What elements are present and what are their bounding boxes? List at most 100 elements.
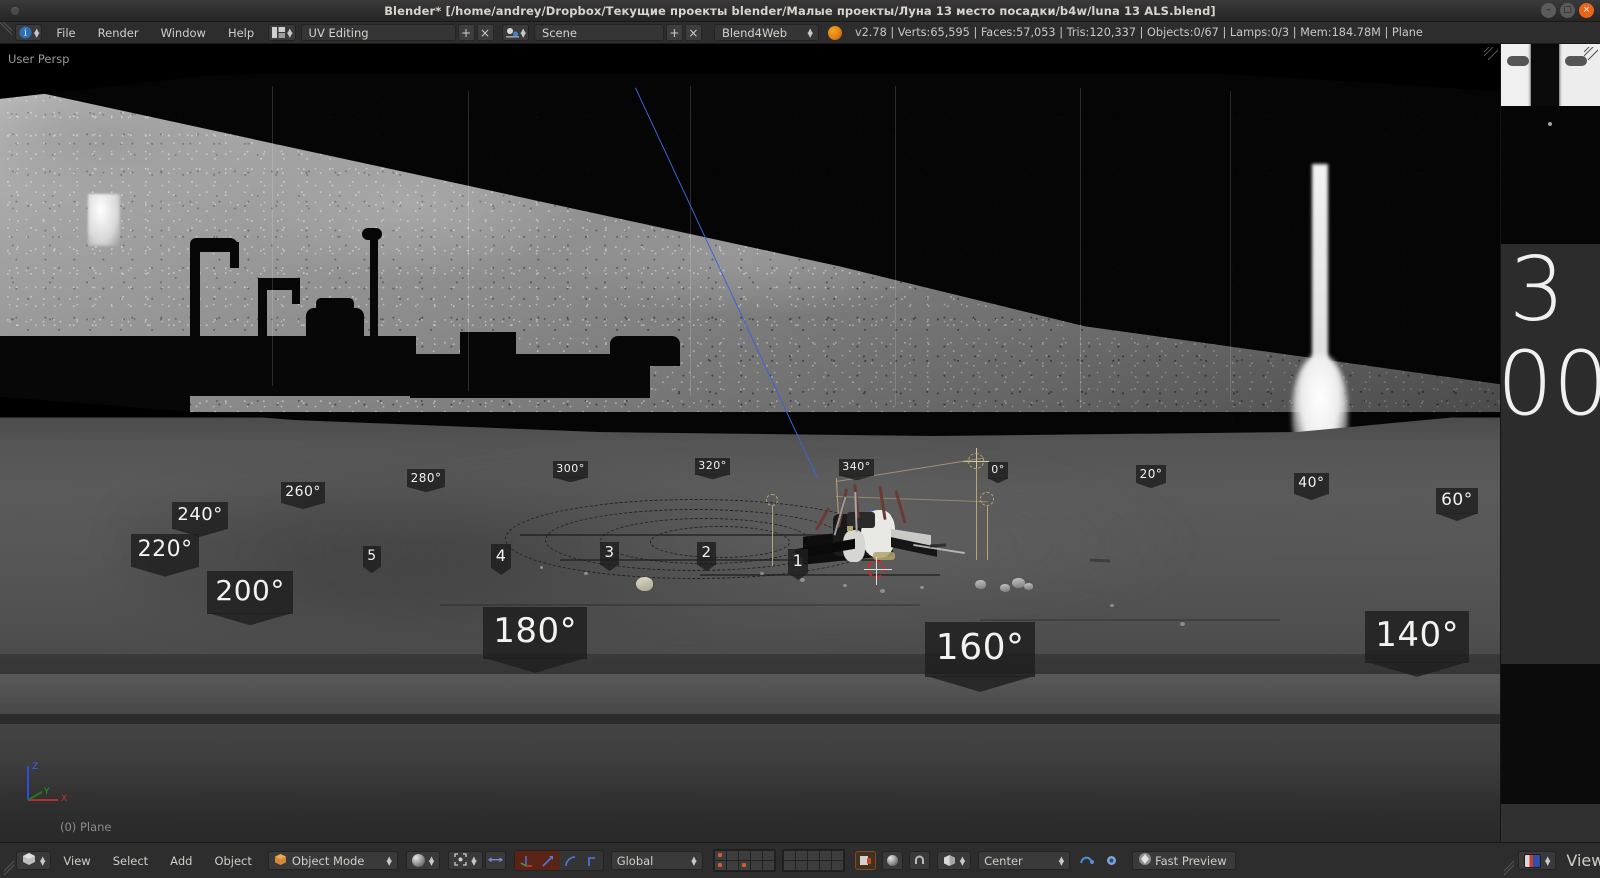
menu-render[interactable]: Render <box>87 22 150 44</box>
editor-type-selector-3dview[interactable]: ▲ ▼ <box>16 851 52 870</box>
angle-marker-pin: 40° <box>1294 473 1329 495</box>
menu-window[interactable]: Window <box>150 22 217 44</box>
pivot-point-dropdown[interactable]: Center ▲ ▼ <box>978 851 1071 870</box>
menu-help[interactable]: Help <box>217 22 265 44</box>
panorama-seam <box>1230 91 1231 401</box>
scene-dropdown[interactable]: Scene <box>533 24 664 41</box>
pivot-bounding-box-icon <box>454 852 467 869</box>
panorama-silhouette <box>306 308 364 348</box>
svg-text:Y: Y <box>43 787 50 797</box>
uv-speck <box>1548 122 1552 126</box>
angle-marker-pin: 300° <box>553 461 589 478</box>
apollo-panorama-backdrop <box>0 44 1500 436</box>
snap-magnet-icon-button[interactable] <box>908 851 930 870</box>
viewport-active-object: (0) Plane <box>60 820 112 834</box>
3d-cursor[interactable] <box>864 557 892 585</box>
panorama-silhouette <box>230 242 239 268</box>
render-engine-value: Blend4Web <box>721 25 788 40</box>
chevron-updown-icon: ▲ ▼ <box>34 26 40 39</box>
pebble <box>1110 604 1114 607</box>
add-screen-layout-button[interactable]: + <box>457 24 475 41</box>
footer-menu-view[interactable]: View <box>53 843 100 878</box>
footer-menu-add[interactable]: Add <box>160 843 202 878</box>
angle-marker-pin: 180° <box>483 607 588 659</box>
object-mode-icon <box>274 853 287 869</box>
scene-layers-block-1[interactable] <box>712 849 776 872</box>
translate-manipulator-icon[interactable] <box>514 851 537 870</box>
lander-antenna <box>894 490 907 524</box>
panorama-silhouette <box>362 228 382 240</box>
chevron-updown-icon: ▲ ▼ <box>386 854 392 867</box>
menu-file[interactable]: File <box>45 22 86 44</box>
scene-layers-block-2[interactable] <box>781 849 845 872</box>
scene-icon-button[interactable]: ▲ ▼ <box>501 24 529 41</box>
editor-type-selector-info[interactable]: i ▲ ▼ <box>15 24 43 41</box>
footer-corner-widget[interactable] <box>1 843 17 878</box>
uv-menu-view[interactable]: View <box>1560 843 1600 878</box>
b4w-icon <box>1138 852 1152 869</box>
uv-canvas[interactable]: 3 00 <box>1501 44 1600 804</box>
proportional-falloff-icon-button[interactable] <box>1101 851 1122 870</box>
uv-footer-corner[interactable] <box>1501 843 1517 878</box>
angle-marker-pin: 320° <box>695 458 731 475</box>
pebble <box>920 586 924 589</box>
interaction-mode-dropdown[interactable]: Object Mode ▲ ▼ <box>267 851 398 870</box>
delete-scene-button[interactable]: × <box>684 24 702 41</box>
pebble <box>800 578 805 582</box>
add-scene-button[interactable]: + <box>665 24 683 41</box>
lock-camera-to-view-button[interactable] <box>854 851 876 870</box>
footer-menu-object[interactable]: Object <box>204 843 261 878</box>
viewport-corner-widget[interactable] <box>1483 44 1500 61</box>
terrain-contour <box>650 526 790 558</box>
b4w-fast-preview-button[interactable]: Fast Preview <box>1132 851 1236 870</box>
scale-manipulator-icon[interactable] <box>559 851 581 870</box>
uv-image-editor[interactable]: 3 00 <box>1500 44 1600 842</box>
os-title-bar: Blender* [/home/andrey/Dropbox/Текущие п… <box>0 0 1600 22</box>
panorama-rock <box>0 428 32 436</box>
moon-rock <box>975 580 986 589</box>
footer-menu-select[interactable]: Select <box>103 843 158 878</box>
window-menu-dot[interactable] <box>11 7 19 15</box>
maximize-icon[interactable]: □ <box>1560 3 1575 18</box>
panorama-astronaut <box>88 194 120 246</box>
pivot-center-toggle[interactable]: ▲ ▼ <box>448 851 483 870</box>
viewport-shading-dropdown[interactable]: ▲ ▼ <box>405 851 441 870</box>
angle-marker-pin: 0° <box>988 462 1009 479</box>
uv-editor-footer: ▲ ▼ View <box>1500 842 1600 878</box>
station-marker-pin: 5 <box>363 546 381 568</box>
proportional-edit-icon-button[interactable] <box>1076 851 1097 870</box>
manipulator-toggle-button[interactable] <box>484 851 506 870</box>
station-marker-pin: 1 <box>788 549 809 574</box>
chevron-updown-icon: ▲ ▼ <box>691 854 697 867</box>
minimize-icon[interactable]: – <box>1541 3 1556 18</box>
screen-layout-icon-button[interactable]: ▲ ▼ <box>268 24 296 41</box>
manipulator-extra-icon[interactable] <box>581 851 603 870</box>
pebble <box>540 566 543 569</box>
render-border-button[interactable] <box>881 851 903 870</box>
close-icon[interactable]: × <box>1579 3 1594 18</box>
viewport-view-label: User Persp <box>8 52 70 66</box>
uv-corner-widget[interactable] <box>1583 44 1600 61</box>
lander-gold-detail <box>847 526 853 531</box>
header-corner-widget[interactable] <box>0 22 12 44</box>
axis-gizmo: Z X Y <box>16 756 74 808</box>
rotate-manipulator-icon[interactable] <box>536 851 559 870</box>
uv-marker-pill <box>1507 56 1529 66</box>
3d-viewport[interactable]: 220° 240° 260° 280° 300° 320° 340° 0° 20° 40° 60° 2… <box>0 44 1500 842</box>
shading-sphere-icon <box>411 854 425 867</box>
empty-circle[interactable] <box>766 494 778 506</box>
snap-element-dropdown[interactable]: ▲ ▼ <box>936 851 972 870</box>
blender-info-icon: i <box>18 25 33 40</box>
uv-editor-type-selector[interactable]: ▲ ▼ <box>1518 851 1557 870</box>
uv-image-dark <box>1501 106 1600 246</box>
empty-circle[interactable] <box>980 492 994 506</box>
transform-orientation-dropdown[interactable]: Global ▲ ▼ <box>610 851 703 870</box>
angle-marker-pin: 220° <box>131 534 200 568</box>
screen-layout-dropdown[interactable]: UV Editing <box>300 24 456 41</box>
render-engine-dropdown[interactable]: Blend4Web ▲ ▼ <box>713 24 819 41</box>
chevron-updown-icon: ▲ ▼ <box>287 26 293 39</box>
transform-manipulator-group[interactable] <box>513 850 604 871</box>
angle-marker-pin: 200° <box>207 571 294 614</box>
delete-screen-layout-button[interactable]: × <box>476 24 494 41</box>
lamp-empty-circle[interactable] <box>968 453 984 469</box>
